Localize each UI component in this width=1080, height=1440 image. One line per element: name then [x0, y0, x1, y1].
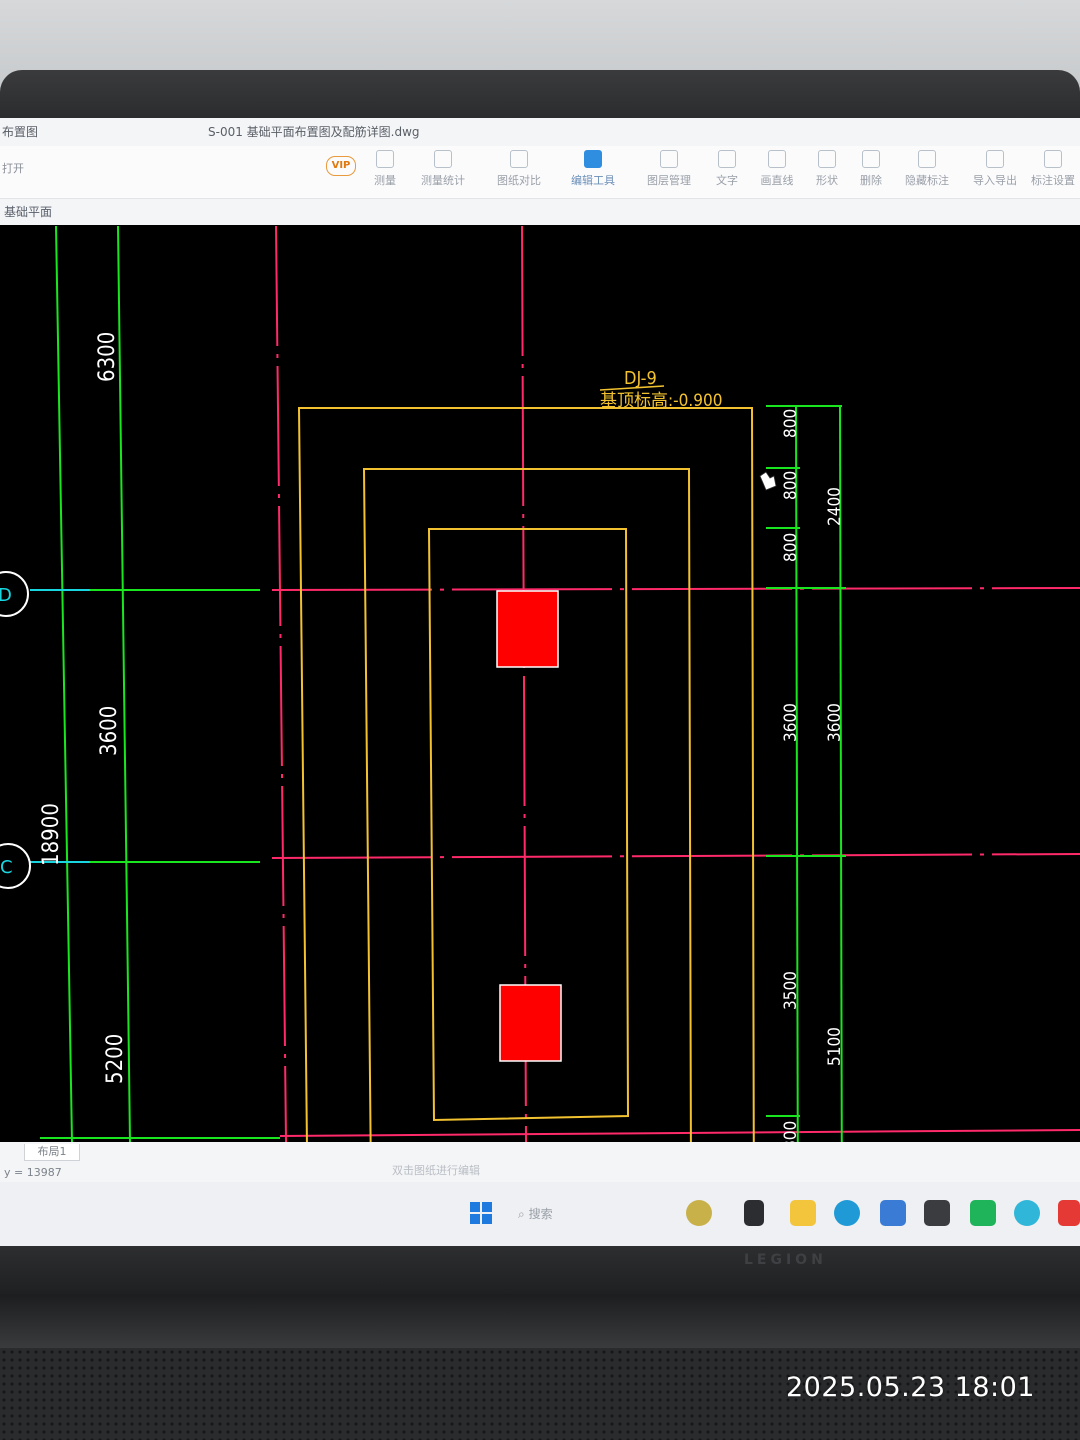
dim-text-3600-outer: 3600: [825, 703, 845, 742]
coordinate-readout: y = 13987: [4, 1166, 62, 1179]
laptop-bottom-bezel: LEGION: [0, 1246, 1080, 1294]
axis-line-d: [271, 587, 1080, 591]
drawing-tab[interactable]: 基础平面: [0, 199, 1080, 225]
hand-cursor-icon: [759, 471, 777, 491]
tool-compare[interactable]: 图纸对比: [484, 150, 554, 196]
dim-text-18900: 18900: [39, 803, 64, 866]
dim-line: [55, 226, 73, 1142]
tool-label: 编辑工具: [571, 174, 615, 187]
tool-label: 图纸对比: [497, 174, 541, 187]
dim-text-6300: 6300: [95, 332, 120, 382]
laptop-top-bezel: [0, 70, 1080, 170]
search-icon: ⌕: [518, 1207, 525, 1221]
grid-bubble-d-label: D: [0, 585, 12, 606]
tool-import-export[interactable]: 导入导出: [960, 150, 1030, 196]
toolbar: 打开 VIP 测量 测量统计 图纸对比 编辑工具 图层管理 文字 画直线 形状 …: [0, 146, 1080, 199]
tool-label: 文字: [716, 174, 738, 187]
title-bar: 布置图 S-001 基础平面布置图及配筋详图.dwg: [0, 118, 1080, 146]
window-title-left: 布置图: [2, 125, 39, 139]
dim-text-800-c: 800: [781, 533, 801, 562]
dim-text-5200: 5200: [103, 1034, 128, 1084]
tool-edit[interactable]: 编辑工具: [558, 150, 628, 196]
taskbar: ⌕ 搜索: [0, 1182, 1080, 1246]
settings-icon: [1044, 150, 1062, 168]
edge-dev-icon[interactable]: [1014, 1200, 1040, 1226]
tool-label: 导入导出: [973, 174, 1017, 187]
cad-canvas[interactable]: DJ-9 基顶标高:-0.900 800 800 800 3600 3500 8…: [0, 226, 1080, 1246]
tool-hide-dims[interactable]: 隐藏标注: [892, 150, 962, 196]
open-button[interactable]: 打开: [2, 160, 24, 176]
layout-tab[interactable]: 布局1: [24, 1144, 80, 1161]
chat-app-icon[interactable]: [970, 1200, 996, 1226]
dim-text-800-d: 800: [781, 1121, 801, 1142]
laptop-screen: 布置图 S-001 基础平面布置图及配筋详图.dwg 打开 VIP 测量 测量统…: [0, 118, 1080, 1246]
edit-icon: [584, 150, 602, 168]
eraser-icon: [862, 150, 880, 168]
search-placeholder: 搜索: [528, 1207, 553, 1221]
status-hint: 双击图纸进行编辑: [392, 1164, 480, 1177]
axis-line-c: [271, 853, 1080, 859]
footing-label: DJ-9: [624, 368, 657, 389]
dim-line-inner: [795, 405, 799, 1142]
folder-icon[interactable]: [790, 1200, 816, 1226]
wps-icon[interactable]: [1058, 1200, 1080, 1226]
tool-label: 标注设置: [1031, 174, 1075, 187]
dim-text-5100: 5100: [825, 1027, 845, 1066]
status-bar: 布局1 y = 13987 双击图纸进行编辑: [0, 1142, 1080, 1182]
axis-line-b: [279, 1129, 1080, 1137]
tool-label: 形状: [816, 174, 838, 187]
tool-label: 图层管理: [647, 174, 691, 187]
brand-logo: LEGION: [744, 1252, 827, 1268]
file-app-icon[interactable]: [744, 1200, 764, 1226]
taskbar-search[interactable]: ⌕ 搜索: [518, 1202, 598, 1226]
drawing-tab-label: 基础平面: [4, 205, 53, 219]
export-icon: [986, 150, 1004, 168]
dim-text-3600-left: 3600: [97, 706, 122, 756]
dim-text-2400: 2400: [825, 487, 845, 526]
cube-app-icon[interactable]: [924, 1200, 950, 1226]
file-name: S-001 基础平面布置图及配筋详图.dwg: [208, 125, 420, 139]
hide-icon: [918, 150, 936, 168]
grid-bubble-c-label: C: [0, 857, 13, 878]
dim-text-800-b: 800: [781, 471, 801, 500]
column-upper: [496, 590, 559, 668]
footing-elevation: 基顶标高:-0.900: [600, 391, 722, 411]
tool-label: 隐藏标注: [905, 174, 949, 187]
cad-drawing[interactable]: DJ-9 基顶标高:-0.900 800 800 800 3600 3500 8…: [0, 226, 1080, 1142]
line-icon: [768, 150, 786, 168]
shape-icon: [818, 150, 836, 168]
dim-text-800-a: 800: [781, 409, 801, 438]
tool-label: 测量: [374, 174, 396, 187]
stats-icon: [434, 150, 452, 168]
axis-line-left: [275, 226, 287, 1142]
photo-timestamp: 2025.05.23 18:01: [786, 1372, 1035, 1403]
ruler-icon: [376, 150, 394, 168]
dim-text-3500: 3500: [781, 971, 801, 1010]
tool-measure-stats[interactable]: 测量统计: [408, 150, 478, 196]
column-lower: [499, 984, 562, 1062]
dim-text-3600: 3600: [781, 703, 801, 742]
tool-dim-settings[interactable]: 标注设置: [1026, 150, 1080, 196]
tool-label: 测量统计: [421, 174, 465, 187]
laptop-hinge: [0, 1294, 1080, 1348]
text-icon: [718, 150, 736, 168]
compare-icon: [510, 150, 528, 168]
windows-start-icon[interactable]: [470, 1202, 492, 1224]
layers-icon: [660, 150, 678, 168]
tool-label: 画直线: [760, 174, 794, 187]
store-icon[interactable]: [880, 1200, 906, 1226]
turtle-app-icon[interactable]: [686, 1200, 712, 1226]
tool-label: 删除: [860, 174, 882, 187]
edge-icon[interactable]: [834, 1200, 860, 1226]
